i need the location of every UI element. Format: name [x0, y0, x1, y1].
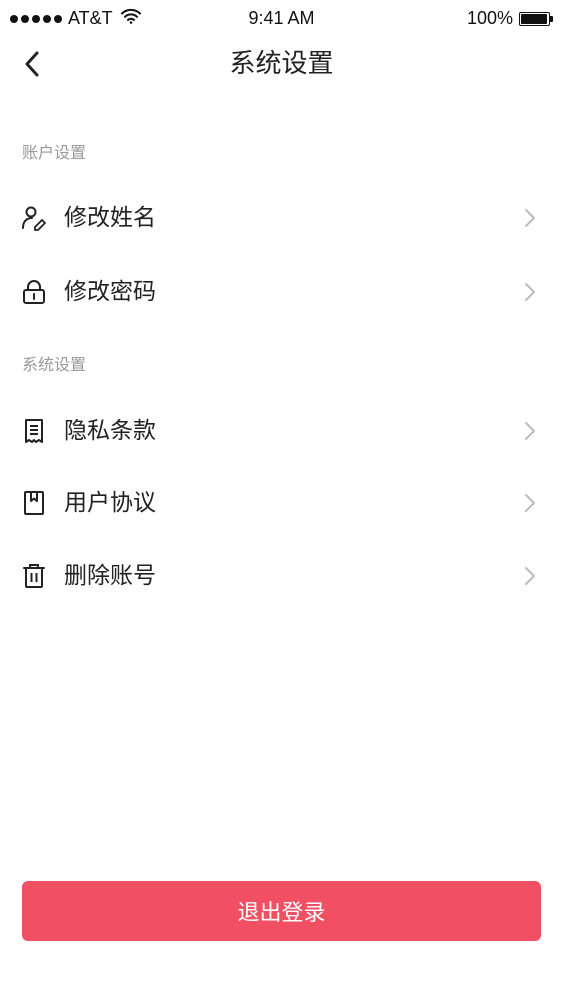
battery-percent: 100% [466, 8, 513, 28]
page-title: 系统设置 [229, 49, 334, 79]
menu-item-user-agreement[interactable]: 用户协议 [0, 475, 563, 531]
user-edit-icon [20, 204, 48, 232]
section-label-system: 系统设置 [22, 355, 87, 374]
chevron-right-icon [525, 283, 535, 301]
menu-item-edit-name[interactable]: 修改姓名 [0, 190, 563, 246]
chevron-right-icon [525, 567, 535, 585]
menu-item-label: 用户协议 [64, 490, 156, 516]
lock-icon [20, 278, 48, 306]
battery-icon [519, 11, 553, 26]
menu-item-label: 修改密码 [64, 279, 156, 305]
menu-item-delete-account[interactable]: 删除账号 [0, 548, 563, 604]
document-icon [20, 417, 48, 445]
menu-item-label: 修改姓名 [64, 205, 156, 231]
menu-item-label: 删除账号 [64, 563, 156, 589]
status-right: 100% [467, 8, 553, 29]
chevron-right-icon [525, 422, 535, 440]
status-bar: AT&T 9:41 AM 100% [0, 0, 563, 40]
menu-item-change-password[interactable]: 修改密码 [0, 264, 563, 320]
logout-button[interactable]: 退出登录 [22, 881, 541, 941]
menu-item-label: 隐私条款 [64, 418, 156, 444]
chevron-right-icon [525, 494, 535, 512]
section-label-account: 账户设置 [22, 143, 87, 162]
navigation-bar: 系统设置 [0, 40, 563, 88]
menu-item-privacy-policy[interactable]: 隐私条款 [0, 403, 563, 459]
bookmark-doc-icon [20, 489, 48, 517]
chevron-right-icon [525, 209, 535, 227]
trash-icon [20, 562, 48, 590]
